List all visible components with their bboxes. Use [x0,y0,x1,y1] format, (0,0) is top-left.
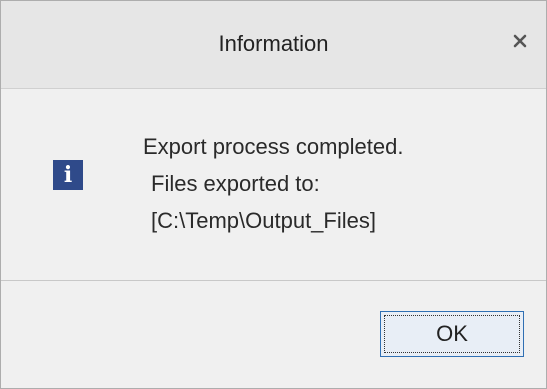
dialog-title: Information [218,31,329,56]
message-line-1: Export process completed. [143,134,404,159]
dialog-message: Export process completed. Files exported… [143,128,523,239]
message-line-3: [C:\Temp\Output_Files] [151,208,376,233]
message-line-2: Files exported to: [151,171,320,196]
footer-divider [1,280,546,281]
info-icon: i [53,160,83,190]
close-button[interactable] [508,29,532,53]
close-icon [513,34,527,48]
ok-button[interactable]: OK [380,311,524,357]
information-dialog: Information i Export process completed. … [0,0,547,389]
title-bar[interactable]: Information [1,1,546,89]
ok-button-label: OK [436,321,468,346]
